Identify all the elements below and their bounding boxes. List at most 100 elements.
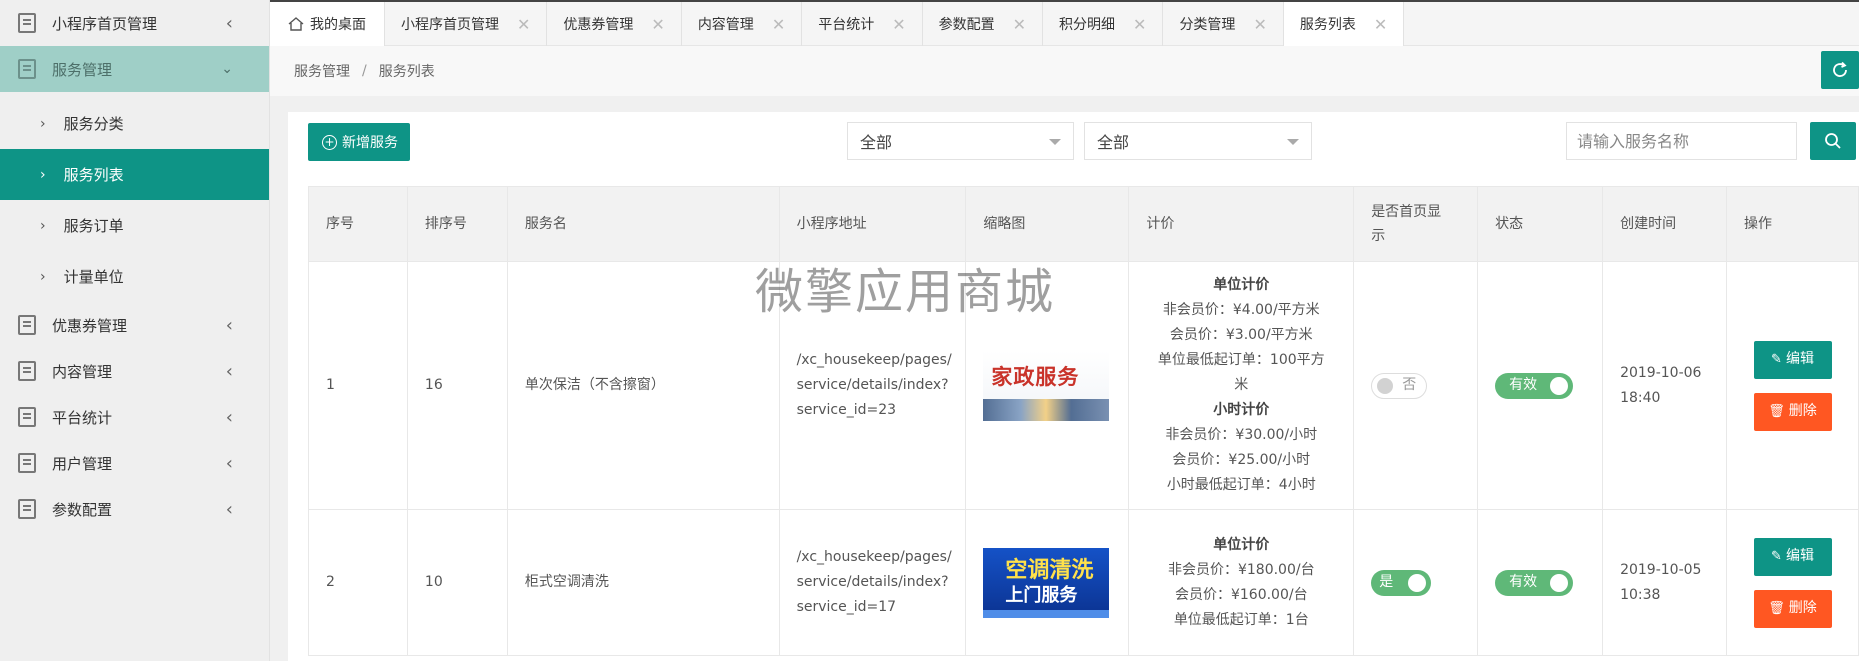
created-time: 10:38 xyxy=(1620,586,1661,603)
add-service-button[interactable]: + 新增服务 xyxy=(308,123,410,161)
breadcrumb-parent[interactable]: 服务管理 xyxy=(294,61,350,81)
refresh-button[interactable] xyxy=(1821,51,1859,89)
tab-statistics[interactable]: 平台统计 ✕ xyxy=(802,2,923,46)
cell-created: 2019-10-06 18:40 xyxy=(1602,261,1727,510)
tab-coupons[interactable]: 优惠券管理 ✕ xyxy=(547,2,682,46)
close-icon[interactable]: ✕ xyxy=(1253,15,1266,34)
home-display-toggle[interactable]: 否 xyxy=(1371,372,1428,399)
price-line: 会员价：¥25.00/小时 xyxy=(1172,452,1311,468)
toggle-label: 有效 xyxy=(1509,377,1538,393)
price-line: 会员价：¥160.00/台 xyxy=(1174,586,1308,603)
sidebar-subitem-service-category[interactable]: › 服务分类 xyxy=(0,98,269,149)
delete-button[interactable]: 🗑 删除 xyxy=(1753,392,1832,431)
sidebar-subitem-service-orders[interactable]: › 服务订单 xyxy=(0,200,269,251)
sidebar-subitem-units[interactable]: › 计量单位 xyxy=(0,251,269,302)
thumbnail-image: 家政服务 xyxy=(983,350,1110,421)
cell-status: 有效 xyxy=(1477,261,1604,510)
trash-icon: 🗑 xyxy=(1768,601,1785,616)
close-icon[interactable]: ✕ xyxy=(892,15,905,34)
cell-home: 否 xyxy=(1353,261,1479,510)
filter-select-1-value: 全部 xyxy=(860,133,893,152)
sidebar-item-users[interactable]: 用户管理 ‹ xyxy=(0,440,269,486)
tab-points[interactable]: 积分明细 ✕ xyxy=(1043,2,1164,46)
sidebar-item-content[interactable]: 内容管理 ‹ xyxy=(0,348,269,394)
price-line: 单位计价 xyxy=(1213,536,1270,553)
tab-label: 我的桌面 xyxy=(310,17,366,33)
filter-select-2[interactable]: 全部 xyxy=(1084,122,1312,160)
chevron-right-icon: › xyxy=(40,166,46,183)
document-icon xyxy=(18,361,36,381)
status-toggle[interactable]: 有效 xyxy=(1495,372,1574,399)
cell-ops: ✎ 编辑 🗑 删除 xyxy=(1726,509,1859,656)
chevron-left-icon: ‹ xyxy=(225,360,233,382)
home-display-toggle[interactable]: 是 xyxy=(1371,569,1432,596)
caret-down-icon xyxy=(1049,139,1061,145)
price-line: 米 xyxy=(1234,377,1249,393)
tab-categories[interactable]: 分类管理 ✕ xyxy=(1163,2,1284,46)
edit-label: 编辑 xyxy=(1785,548,1814,564)
tab-label: 服务列表 xyxy=(1299,17,1356,33)
delete-button[interactable]: 🗑 删除 xyxy=(1753,589,1832,628)
price-line: 单位最低起订单：1台 xyxy=(1173,611,1309,628)
tab-label: 小程序首页管理 xyxy=(401,17,499,33)
sidebar-item-statistics[interactable]: 平台统计 ‹ xyxy=(0,394,269,440)
chevron-right-icon: › xyxy=(40,268,46,285)
close-icon[interactable]: ✕ xyxy=(651,15,664,34)
thumbnail-figures xyxy=(983,398,1110,421)
edit-button[interactable]: ✎ 编辑 xyxy=(1753,537,1832,576)
price-line: 单位最低起订单：100平方 xyxy=(1157,352,1325,368)
filter-select-2-value: 全部 xyxy=(1097,133,1130,152)
tab-service-list[interactable]: 服务列表 ✕ xyxy=(1283,2,1405,46)
price-line: 非会员价：¥180.00/台 xyxy=(1167,561,1315,578)
close-icon[interactable]: ✕ xyxy=(517,15,530,34)
cell-name: 柜式空调清洗 xyxy=(506,509,780,656)
close-icon[interactable]: ✕ xyxy=(1374,15,1387,34)
price-line: 非会员价：¥4.00/平方米 xyxy=(1162,302,1320,318)
cell-sort: 10 xyxy=(406,509,508,656)
filter-select-1[interactable]: 全部 xyxy=(847,122,1074,160)
chevron-right-icon: › xyxy=(40,115,46,132)
search-input[interactable] xyxy=(1566,122,1797,160)
close-icon[interactable]: ✕ xyxy=(1013,15,1026,34)
toggle-knob xyxy=(1550,376,1569,395)
price-line: 非会员价：¥30.00/小时 xyxy=(1165,427,1318,443)
search-button[interactable] xyxy=(1810,122,1856,160)
tab-content[interactable]: 内容管理 ✕ xyxy=(682,2,803,46)
chevron-right-icon: › xyxy=(40,217,46,234)
sidebar-subitem-service-list[interactable]: › 服务列表 xyxy=(0,149,269,200)
toggle-knob xyxy=(1550,573,1569,592)
edit-button[interactable]: ✎ 编辑 xyxy=(1753,340,1832,379)
tab-label: 内容管理 xyxy=(697,17,754,33)
add-service-label: 新增服务 xyxy=(342,135,398,151)
table-header-row: 序号 排序号 服务名 小程序地址 缩略图 计价 是否首页显示 状态 创建时间 操… xyxy=(308,186,1859,262)
tab-my-desktop[interactable]: 我的桌面 xyxy=(270,2,385,46)
sidebar-item-service-management[interactable]: 服务管理 ⌄ xyxy=(0,46,269,92)
sidebar-item-settings[interactable]: 参数配置 ‹ xyxy=(0,486,269,532)
chevron-left-icon: ‹ xyxy=(225,12,233,34)
price-line: 小时最低起订单：4小时 xyxy=(1166,477,1316,493)
pencil-icon: ✎ xyxy=(1771,352,1782,367)
chevron-left-icon: ‹ xyxy=(225,314,233,336)
header-ops: 操作 xyxy=(1726,186,1859,262)
cell-index: 2 xyxy=(308,509,408,656)
cell-ops: ✎ 编辑 🗑 删除 xyxy=(1726,261,1859,510)
toggle-label: 是 xyxy=(1379,574,1394,590)
delete-label: 删除 xyxy=(1788,403,1817,419)
cell-created: 2019-10-05 10:38 xyxy=(1602,509,1727,656)
sidebar-subitem-label: 服务列表 xyxy=(63,166,124,184)
close-icon[interactable]: ✕ xyxy=(772,15,785,34)
tab-label: 分类管理 xyxy=(1179,17,1236,33)
sidebar-item-miniapp-home[interactable]: 小程序首页管理 ‹ xyxy=(0,0,269,46)
tab-miniapp-home[interactable]: 小程序首页管理 ✕ xyxy=(385,2,548,46)
cell-home: 是 xyxy=(1353,509,1479,656)
cell-sort: 16 xyxy=(406,261,508,510)
home-icon xyxy=(288,17,304,31)
service-table: 序号 排序号 服务名 小程序地址 缩略图 计价 是否首页显示 状态 创建时间 操… xyxy=(308,186,1859,656)
cell-price: 单位计价 非会员价：¥180.00/台 会员价：¥160.00/台 单位最低起订… xyxy=(1128,509,1355,656)
tab-settings[interactable]: 参数配置 ✕ xyxy=(923,2,1044,46)
caret-down-icon xyxy=(1287,139,1299,145)
status-toggle[interactable]: 有效 xyxy=(1495,569,1574,596)
close-icon[interactable]: ✕ xyxy=(1133,15,1146,34)
sidebar-item-coupons[interactable]: 优惠券管理 ‹ xyxy=(0,302,269,348)
sidebar-item-label: 小程序首页管理 xyxy=(52,14,158,33)
